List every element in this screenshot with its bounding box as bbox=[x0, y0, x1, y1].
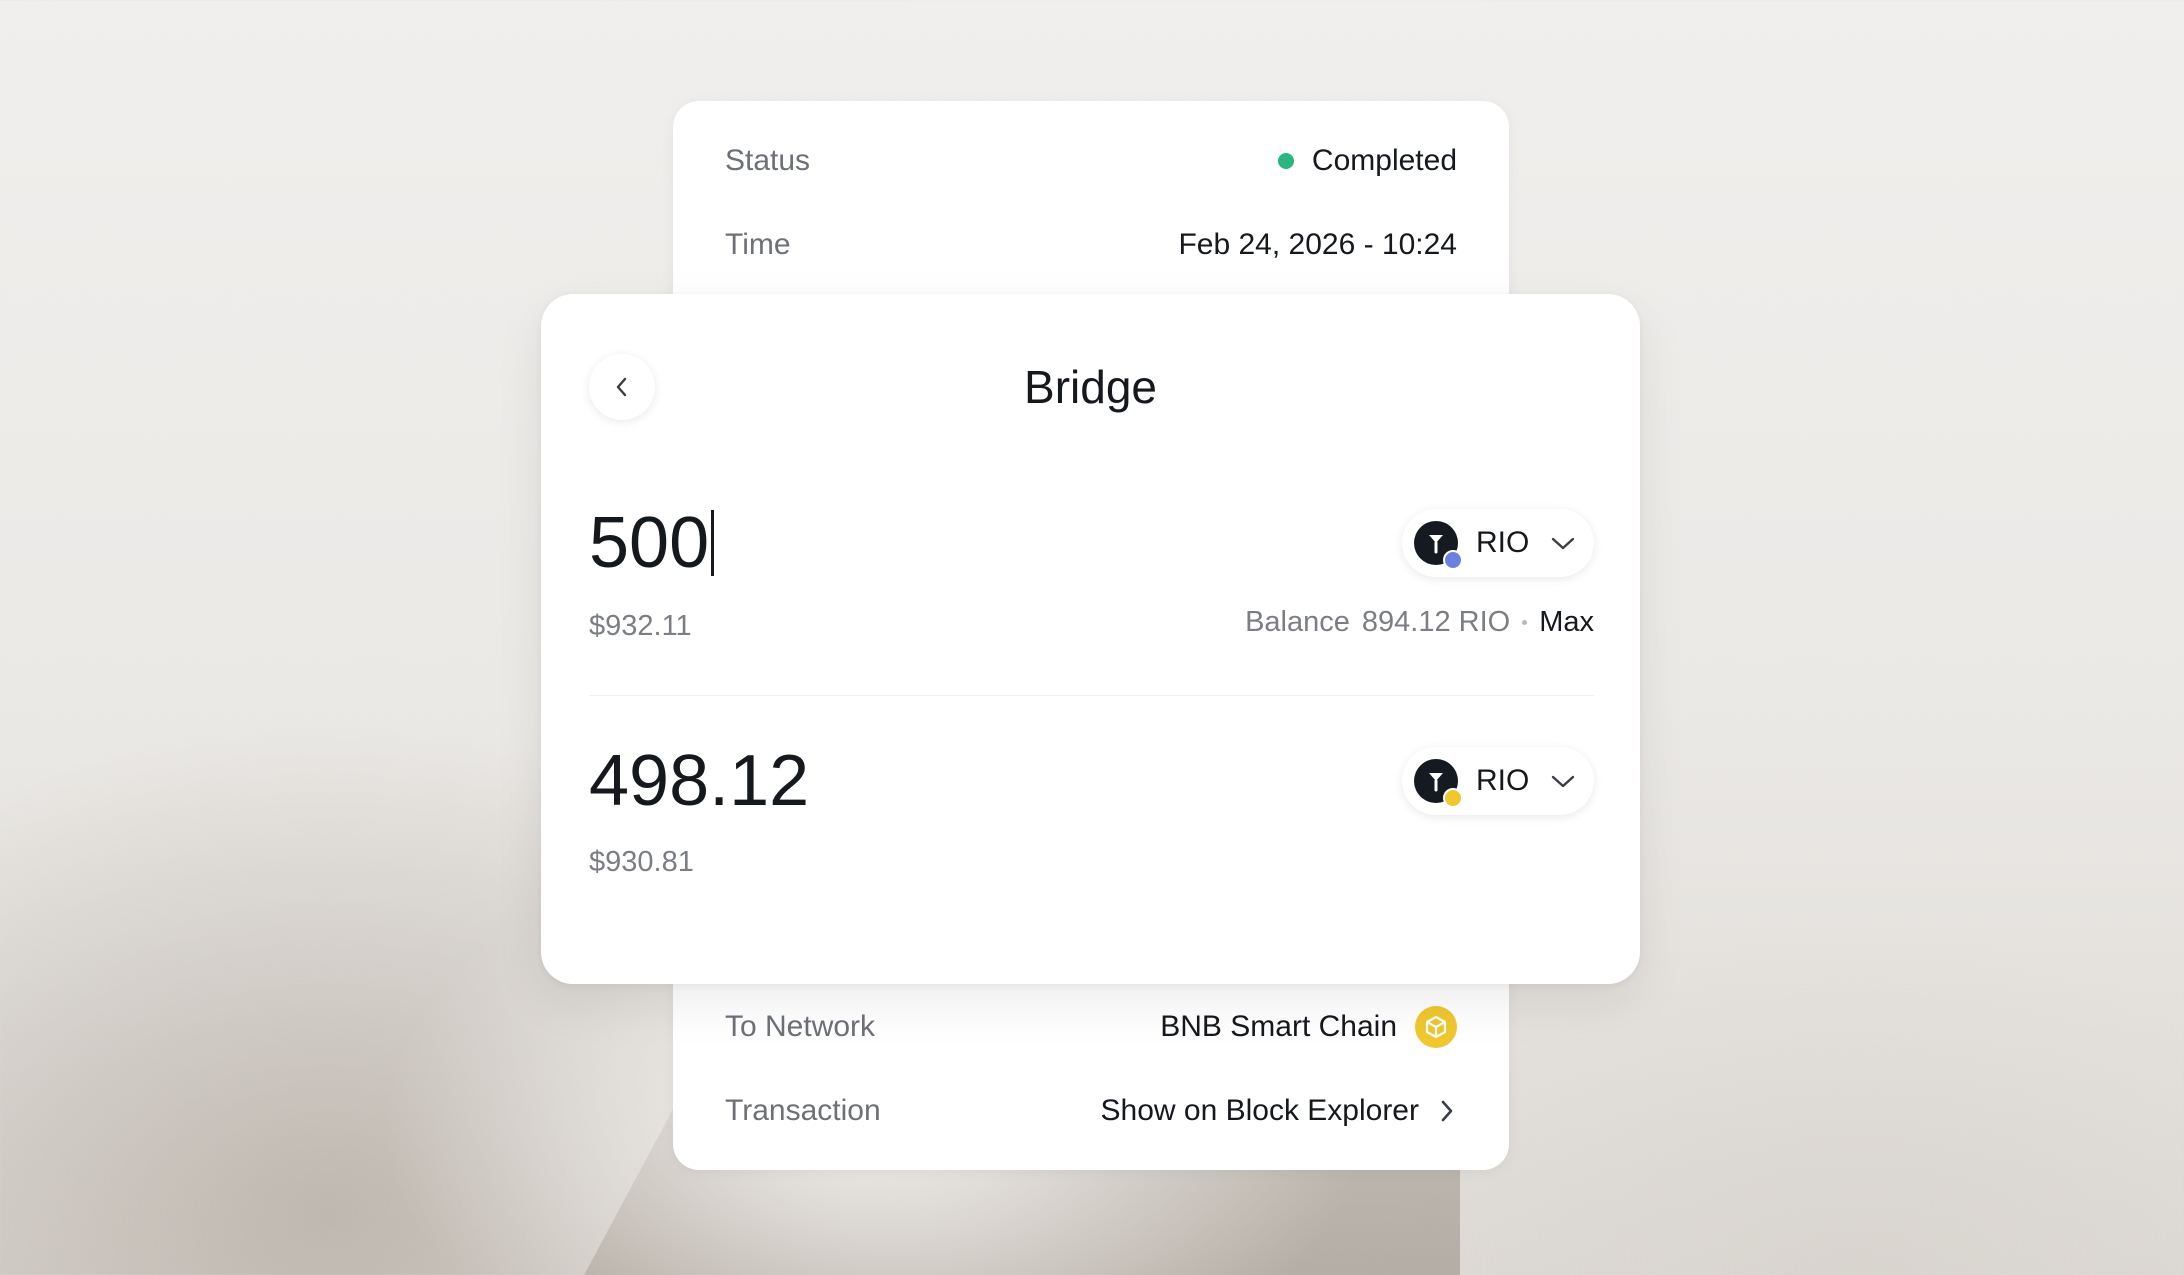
ethereum-badge-icon bbox=[1443, 550, 1463, 570]
status-label: Status bbox=[725, 144, 811, 177]
block-explorer-link[interactable]: Show on Block Explorer bbox=[1101, 1094, 1458, 1128]
to-network-row: To Network BNB Smart Chain bbox=[725, 997, 1457, 1057]
balance-label: Balance bbox=[1245, 606, 1350, 638]
divider bbox=[589, 695, 1594, 696]
page-title: Bridge bbox=[1024, 361, 1157, 413]
bnb-chain-icon bbox=[1415, 1006, 1457, 1048]
rio-token-icon bbox=[1414, 759, 1463, 808]
to-network-value: BNB Smart Chain bbox=[1160, 1006, 1457, 1048]
status-value: Completed bbox=[1277, 144, 1457, 178]
balance-line: Balance 894.12 RIO Max bbox=[1245, 606, 1594, 639]
text-caret bbox=[711, 510, 715, 576]
chevron-down-icon bbox=[1549, 533, 1577, 553]
block-explorer-text[interactable]: Show on Block Explorer bbox=[1101, 1094, 1420, 1128]
time-row: Time Feb 24, 2026 - 10:24 bbox=[725, 215, 1457, 275]
to-network-label: To Network bbox=[725, 1010, 876, 1043]
balance-value: 894.12 RIO bbox=[1361, 606, 1511, 638]
to-amount-value: 498.12 bbox=[589, 741, 810, 821]
status-row: Status Completed bbox=[725, 131, 1457, 191]
transaction-row[interactable]: Transaction Show on Block Explorer bbox=[725, 1081, 1457, 1141]
from-token-select[interactable]: RIO bbox=[1402, 509, 1594, 577]
status-dot-icon bbox=[1277, 153, 1294, 169]
from-amount-input[interactable]: 500 bbox=[589, 498, 715, 588]
to-token-label[interactable]: RIO bbox=[1476, 764, 1529, 798]
from-usd-value: $932.11 bbox=[589, 610, 692, 642]
time-value: Feb 24, 2026 - 10:24 bbox=[1178, 228, 1457, 261]
chevron-right-icon bbox=[1437, 1097, 1457, 1125]
bridge-card: Bridge 500 $932.11 RIO Balance 894.12 RI… bbox=[541, 294, 1640, 984]
rio-token-icon bbox=[1414, 521, 1463, 570]
to-usd-value: $930.81 bbox=[589, 846, 694, 878]
time-label: Time bbox=[725, 228, 791, 261]
from-token-label[interactable]: RIO bbox=[1476, 526, 1529, 560]
to-token-select[interactable]: RIO bbox=[1402, 747, 1594, 815]
network-name: BNB Smart Chain bbox=[1160, 1010, 1397, 1043]
transaction-label: Transaction bbox=[725, 1094, 881, 1127]
separator-dot bbox=[1522, 620, 1528, 625]
from-amount-value[interactable]: 500 bbox=[589, 498, 709, 588]
bnb-badge-icon bbox=[1443, 788, 1463, 808]
max-button[interactable]: Max bbox=[1539, 606, 1594, 639]
status-text: Completed bbox=[1311, 144, 1457, 177]
chevron-down-icon bbox=[1549, 771, 1577, 791]
